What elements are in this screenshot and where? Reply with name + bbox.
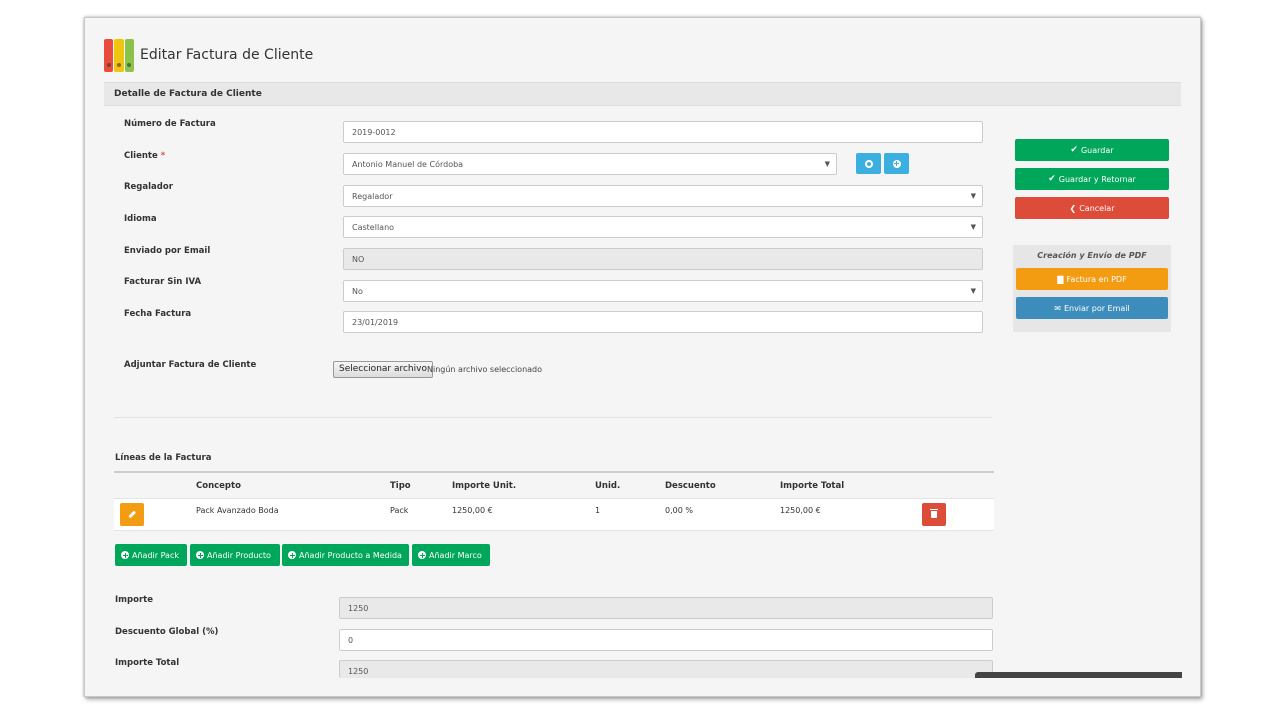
section-header: Detalle de Factura de Cliente <box>104 82 1181 106</box>
caret-down-icon: ▼ <box>970 223 976 231</box>
file-icon: ▇ <box>1057 274 1064 284</box>
view-client-button[interactable] <box>856 153 881 174</box>
check-icon: ✔ <box>1048 174 1056 184</box>
app-window <box>84 17 1201 697</box>
col-header-concepto: Concepto <box>196 481 241 491</box>
col-header-importe-total: Importe Total <box>780 481 845 491</box>
file-select-button[interactable]: Seleccionar archivo <box>333 361 433 378</box>
add-client-button[interactable] <box>884 153 909 174</box>
numero-label: Número de Factura <box>124 119 216 129</box>
importe-total-label: Importe Total <box>115 658 180 668</box>
cell-importe-unit: 1250,00 € <box>452 506 493 515</box>
importe-total-field: 1250 <box>339 660 993 678</box>
scrollbar[interactable] <box>975 672 1182 678</box>
regalador-select[interactable]: Regalador ▼ <box>343 185 983 207</box>
importe-field: 1250 <box>339 597 993 619</box>
caret-down-icon: ▼ <box>970 192 976 200</box>
eye-icon <box>864 159 873 168</box>
cancelar-button[interactable]: ❮ Cancelar <box>1015 197 1169 219</box>
pdf-panel-title: Creación y Envío de PDF <box>1037 251 1147 260</box>
col-header-unid: Unid. <box>595 481 621 491</box>
add-frame-button[interactable]: Añadir Marco <box>412 544 490 566</box>
caret-down-icon: ▼ <box>970 287 976 295</box>
enviado-field: NO <box>343 248 983 270</box>
cell-concepto: Pack Avanzado Boda <box>196 506 279 515</box>
add-custom-product-button[interactable]: Añadir Producto a Medida <box>282 544 409 566</box>
cell-descuento: 0,00 % <box>665 506 693 515</box>
chevron-left-icon: ❮ <box>1069 203 1077 213</box>
edit-line-button[interactable] <box>120 503 144 526</box>
page-title: Editar Factura de Cliente <box>140 47 314 63</box>
enviar-email-button[interactable]: ✉ Enviar por Email <box>1016 297 1168 319</box>
idioma-label: Idioma <box>124 214 157 224</box>
required-marker: * <box>160 151 166 161</box>
col-header-tipo: Tipo <box>390 481 411 491</box>
fecha-label: Fecha Factura <box>124 309 192 319</box>
plus-circle-icon <box>288 551 296 559</box>
add-pack-button[interactable]: Añadir Pack <box>115 544 187 566</box>
factura-pdf-button[interactable]: ▇ Factura en PDF <box>1016 268 1168 290</box>
col-header-importe-unit: Importe Unit. <box>452 481 517 491</box>
descuento-global-field[interactable]: 0 <box>339 629 993 651</box>
plus-circle-icon <box>121 551 129 559</box>
plus-circle-icon <box>418 551 426 559</box>
cliente-label: Cliente * <box>124 151 166 161</box>
binders-icon <box>104 38 134 72</box>
fecha-field[interactable]: 23/01/2019 <box>343 311 983 333</box>
guardar-retornar-button[interactable]: ✔ Guardar y Retornar <box>1015 168 1169 190</box>
cell-unid: 1 <box>595 506 601 515</box>
col-header-descuento: Descuento <box>665 481 716 491</box>
check-icon: ✔ <box>1070 145 1078 155</box>
table-top-border <box>114 471 994 473</box>
plus-circle-icon <box>892 159 901 168</box>
enviado-label: Enviado por Email <box>124 246 211 256</box>
delete-line-button[interactable] <box>922 503 946 526</box>
numero-field[interactable]: 2019-0012 <box>343 121 983 143</box>
adjuntar-label: Adjuntar Factura de Cliente <box>124 360 257 370</box>
guardar-button[interactable]: ✔ Guardar <box>1015 139 1169 161</box>
idioma-select[interactable]: Castellano ▼ <box>343 216 983 238</box>
page-header: Editar Factura de Cliente <box>104 38 313 72</box>
plus-circle-icon <box>196 551 204 559</box>
pencil-icon <box>128 510 136 519</box>
cell-tipo: Pack <box>390 506 409 515</box>
file-status: Ningún archivo seleccionado <box>427 365 543 374</box>
add-product-button[interactable]: Añadir Producto <box>190 544 280 566</box>
lines-title: Líneas de la Factura <box>115 453 212 463</box>
caret-down-icon: ▼ <box>824 160 830 168</box>
regalador-label: Regalador <box>124 182 173 192</box>
cliente-select[interactable]: Antonio Manuel de Córdoba ▼ <box>343 153 837 175</box>
sin-iva-label: Facturar Sin IVA <box>124 277 202 287</box>
importe-label: Importe <box>115 595 153 605</box>
envelope-icon: ✉ <box>1054 303 1061 313</box>
trash-icon <box>930 509 938 518</box>
cell-importe-total: 1250,00 € <box>780 506 821 515</box>
descuento-global-label: Descuento Global (%) <box>115 627 219 637</box>
sin-iva-select[interactable]: No ▼ <box>343 280 983 302</box>
divider <box>114 417 992 418</box>
